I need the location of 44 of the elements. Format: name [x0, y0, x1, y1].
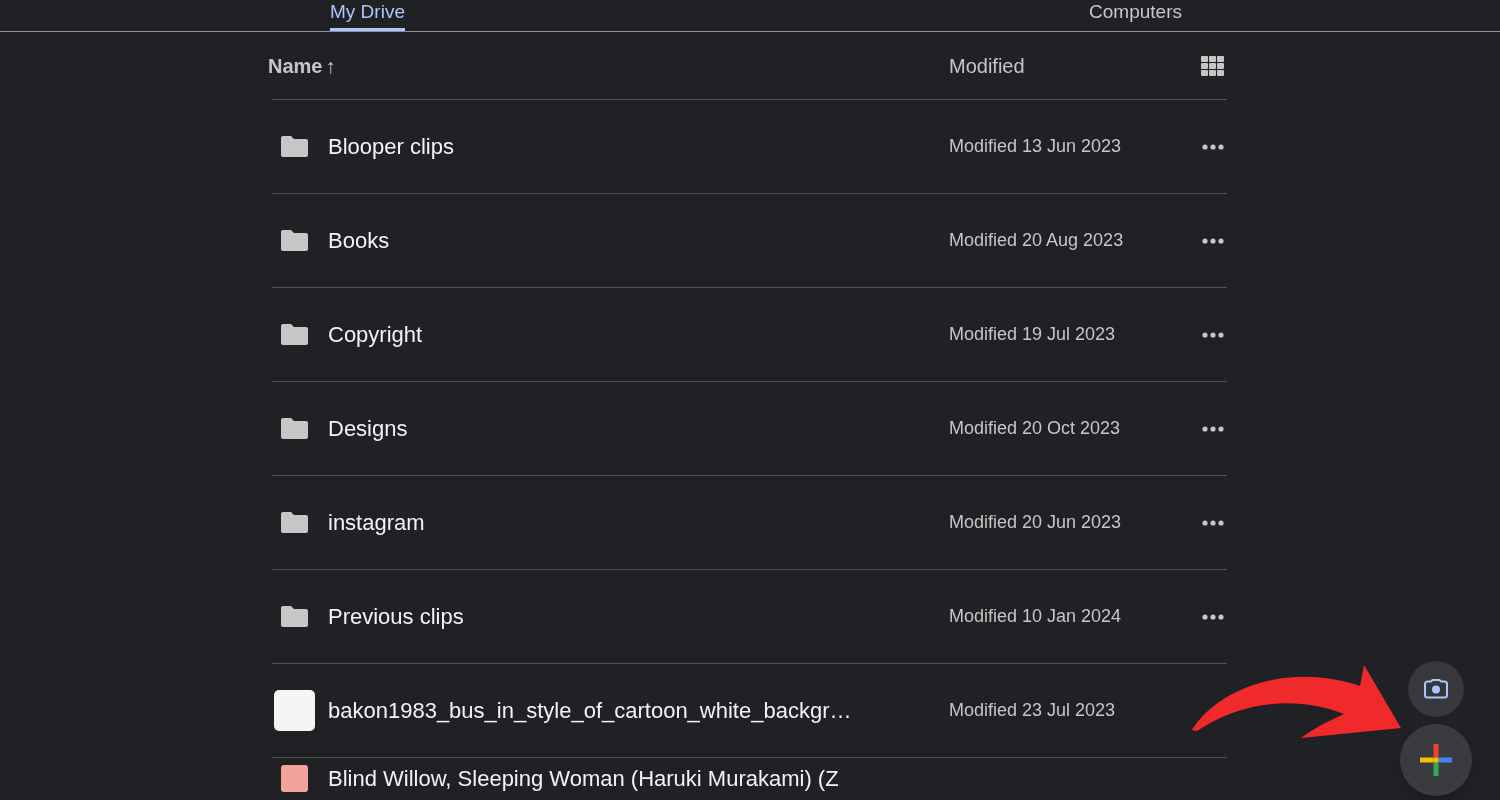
- file-name[interactable]: Blooper clips: [328, 130, 949, 163]
- file-name[interactable]: Blind Willow, Sleeping Woman (Haruki Murakami) (Z: [328, 762, 949, 795]
- tab[interactable]: Computers: [1089, 0, 1182, 31]
- modified-date: Modified 20 Aug 2023: [949, 230, 1124, 250]
- plus-icon: [1420, 744, 1452, 776]
- modified-date: Modified 20 Jun 2023: [949, 512, 1122, 532]
- tab[interactable]: My Drive: [330, 0, 405, 31]
- file-name[interactable]: Designs: [328, 412, 949, 445]
- more-options-button[interactable]: [1202, 237, 1224, 244]
- more-icon: [1202, 425, 1224, 432]
- image-thumbnail: [274, 690, 315, 731]
- column-header[interactable]: Modified: [949, 50, 1190, 81]
- more-options-button[interactable]: [1202, 331, 1224, 338]
- more-options-button[interactable]: [1202, 143, 1224, 150]
- more-icon: [1202, 331, 1224, 338]
- file-name[interactable]: Books: [328, 224, 949, 257]
- modified-date: Modified 19 Jul 2023: [949, 324, 1116, 344]
- folder-icon: [281, 606, 308, 627]
- folder-icon: [281, 418, 308, 439]
- more-icon: [1202, 237, 1224, 244]
- name-sort-button[interactable]: Name↑: [268, 50, 336, 81]
- document-thumbnail: [281, 765, 308, 792]
- modified-date: Modified 23 Jul 2023: [949, 700, 1116, 720]
- folder-icon: [281, 230, 308, 251]
- file-name[interactable]: Copyright: [328, 318, 949, 351]
- more-icon: [1202, 613, 1224, 620]
- more-icon: [1202, 519, 1224, 526]
- more-options-button[interactable]: [1202, 613, 1224, 620]
- file-name[interactable]: instagram: [328, 506, 949, 539]
- file-name[interactable]: bakon1983_bus_in_style_of_cartoon_white_backgr…: [328, 694, 949, 727]
- modified-date: Modified 13 Jun 2023: [949, 136, 1122, 156]
- modified-date: Modified 10 Jan 2024: [949, 606, 1122, 626]
- camera-button[interactable]: [1408, 661, 1464, 717]
- grid-view-icon: [1201, 55, 1224, 76]
- camera-icon: [1424, 679, 1448, 699]
- folder-icon: [281, 512, 308, 533]
- file-name[interactable]: Previous clips: [328, 600, 949, 633]
- more-options-button[interactable]: [1202, 519, 1224, 526]
- folder-icon: [281, 324, 308, 345]
- modified-date: Modified 20 Oct 2023: [949, 418, 1121, 438]
- grid-view-button[interactable]: [1201, 55, 1224, 76]
- folder-icon: [281, 136, 308, 157]
- more-options-button[interactable]: [1202, 425, 1224, 432]
- more-icon: [1202, 143, 1224, 150]
